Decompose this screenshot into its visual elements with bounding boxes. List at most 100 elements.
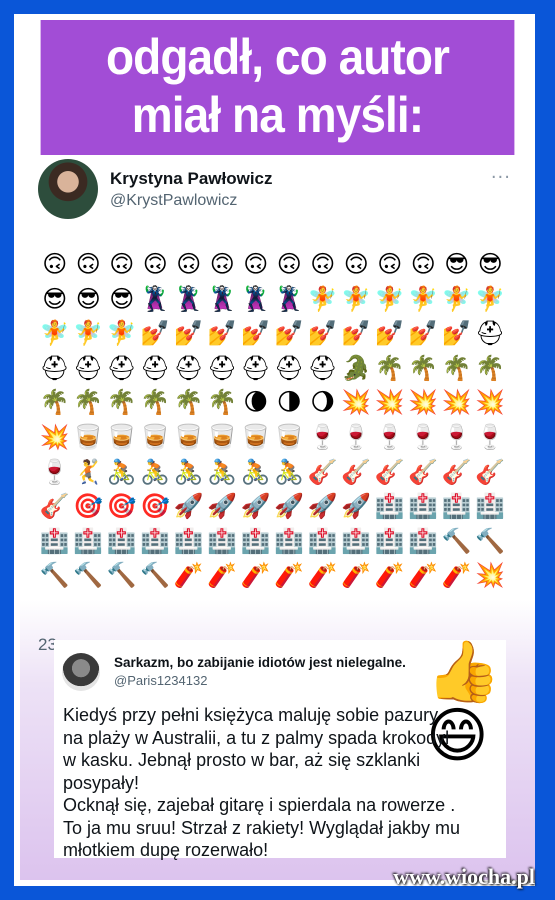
emoji-cell: 🌴: [475, 353, 506, 382]
emoji-cell: 🏥: [408, 526, 439, 555]
emoji-cell: ⛑: [475, 319, 506, 348]
emoji-cell: 🎸: [408, 457, 439, 486]
emoji-cell: 🙃: [276, 250, 302, 278]
emoji-cell: 😎: [109, 284, 135, 313]
emoji-cell: 🍷: [307, 422, 338, 451]
emoji-cell: 🧨: [274, 561, 305, 590]
emoji-cell: 😎: [75, 284, 101, 313]
emoji-cell: 🌴: [374, 353, 405, 382]
emoji-cell: 🚀: [274, 492, 305, 521]
emoji-cell: 🙃: [176, 250, 202, 278]
emoji-cell: 🍷: [408, 422, 439, 451]
headline-line-2: miał na myśli:: [131, 87, 424, 143]
headline-line-1: odgadł, co autor: [105, 29, 450, 85]
emoji-cell: 🥃: [274, 422, 305, 451]
emoji-cell: 🌴: [140, 388, 171, 417]
emoji-cell: 🙃: [410, 250, 436, 278]
emoji-cell: 🙃: [343, 250, 369, 278]
emoji-cell: 🔨: [73, 561, 104, 590]
emoji-cell: 🙃: [142, 250, 168, 278]
reply-author-name[interactable]: Sarkazm, bo zabijanie idiotów jest niele…: [114, 655, 406, 670]
reply-avatar[interactable]: [62, 653, 100, 691]
emoji-cell: 🎸: [441, 457, 472, 486]
emoji-cell: 🏥: [408, 492, 439, 521]
emoji-cell: 🚀: [307, 492, 338, 521]
emoji-cell: 🥃: [207, 422, 238, 451]
emoji-cell: ⛑: [39, 353, 70, 382]
reply-text: Kiedyś przy pełni księżyca maluję sobie …: [63, 705, 460, 860]
emoji-cell: 🏥: [106, 526, 137, 555]
meme-headline: odgadł, co autor miał na myśli:: [40, 20, 515, 155]
emoji-cell: 🎸: [374, 457, 405, 486]
emoji-cell: 🚴: [207, 457, 238, 486]
emoji-cell: 🥃: [106, 422, 137, 451]
author-avatar[interactable]: [38, 159, 98, 219]
author-name[interactable]: Krystyna Pawłowicz: [110, 169, 273, 189]
emoji-cell: 🏥: [39, 526, 70, 555]
emoji-cell: 🔨: [441, 526, 472, 555]
emoji-cell: 🍷: [39, 457, 70, 486]
emoji-cell: 🦹: [173, 284, 204, 313]
emoji-cell: 🦹: [140, 284, 171, 313]
emoji-cell: 🌴: [408, 353, 439, 382]
emoji-cell: 💅: [240, 319, 271, 348]
emoji-cell: 😎: [42, 284, 68, 313]
emoji-cell: 🤾: [73, 457, 104, 486]
more-options-icon[interactable]: ···: [491, 167, 511, 188]
emoji-cell: 🏥: [441, 492, 472, 521]
emoji-cell: ⛑: [140, 353, 171, 382]
emoji-cell: 😎: [477, 250, 503, 278]
emoji-cell: 🔨: [475, 526, 506, 555]
author-handle[interactable]: @KrystPawlowicz: [110, 192, 237, 210]
emoji-cell: 🍷: [441, 422, 472, 451]
emoji-cell: 🚀: [173, 492, 204, 521]
emoji-cell: ⛑: [240, 353, 271, 382]
emoji-cell: 🥃: [173, 422, 204, 451]
emoji-cell: 💅: [140, 319, 171, 348]
emoji-cell: 🧚: [39, 319, 70, 348]
emoji-cell: ⛑: [173, 353, 204, 382]
emoji-cell: 💅: [274, 319, 305, 348]
emoji-cell: 🧚: [73, 319, 104, 348]
emoji-cell: 🚀: [341, 492, 372, 521]
emoji-cell: ⛑: [274, 353, 305, 382]
emoji-cell: 🎸: [39, 492, 70, 521]
emoji-cell: 🥃: [73, 422, 104, 451]
emoji-cell: 🔨: [140, 561, 171, 590]
emoji-cell: 🧨: [207, 561, 238, 590]
emoji-cell: 💥: [39, 422, 70, 451]
emoji-cell: ⛑: [73, 353, 104, 382]
emoji-cell: 🚴: [173, 457, 204, 486]
emoji-cell: 🎯: [106, 492, 137, 521]
emoji-cell: 🏥: [240, 526, 271, 555]
emoji-cell: 💥: [441, 388, 472, 417]
emoji-cell: 🎸: [475, 457, 506, 486]
emoji-cell: 🚴: [274, 457, 305, 486]
emoji-cell: 🧚: [341, 284, 372, 313]
emoji-cell: 🚀: [240, 492, 271, 521]
emoji-cell: 🍷: [374, 422, 405, 451]
emoji-cell: 💅: [374, 319, 405, 348]
emoji-cell: 🧚: [441, 284, 472, 313]
emoji-cell: ⛑: [106, 353, 137, 382]
emoji-cell: 🙃: [109, 250, 135, 278]
emoji-cell: 🧚: [475, 284, 506, 313]
emoji-cell: 💅: [207, 319, 238, 348]
emoji-cell: 🦹: [240, 284, 271, 313]
emoji-cell: 💥: [475, 388, 506, 417]
emoji-cell: 🍷: [475, 422, 506, 451]
emoji-cell: 🏥: [307, 526, 338, 555]
emoji-cell: 🧨: [173, 561, 204, 590]
emoji-cell: 🧨: [441, 561, 472, 590]
emoji-cell: 🧨: [341, 561, 372, 590]
emoji-cell: 🔨: [39, 561, 70, 590]
emoji-cell: 🙃: [243, 250, 269, 278]
emoji-cell: 🧨: [307, 561, 338, 590]
emoji-cell: 🧨: [408, 561, 439, 590]
emoji-cell: 🌴: [106, 388, 137, 417]
emoji-cell: 💥: [408, 388, 439, 417]
emoji-cell: ⛑: [307, 353, 338, 382]
emoji-cell: 🙃: [75, 250, 101, 278]
emoji-cell: 🏥: [173, 526, 204, 555]
reply-author-handle[interactable]: @Paris1234132: [114, 673, 207, 688]
